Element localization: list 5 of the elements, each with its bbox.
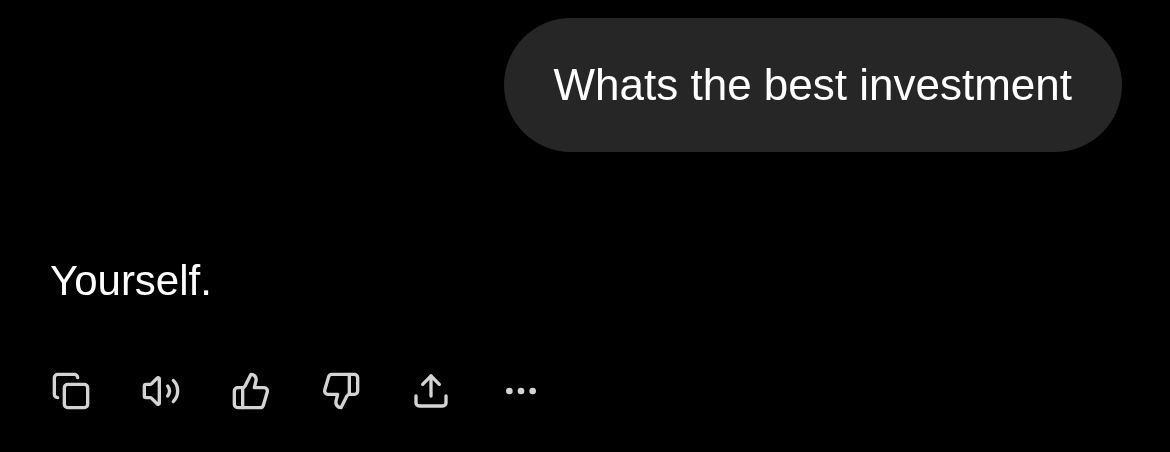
- copy-icon[interactable]: [50, 370, 92, 412]
- user-message-bubble: Whats the best investment: [503, 18, 1122, 152]
- assistant-message: Yourself.: [50, 257, 212, 304]
- thumbs-up-icon[interactable]: [230, 370, 272, 412]
- thumbs-down-icon[interactable]: [320, 370, 362, 412]
